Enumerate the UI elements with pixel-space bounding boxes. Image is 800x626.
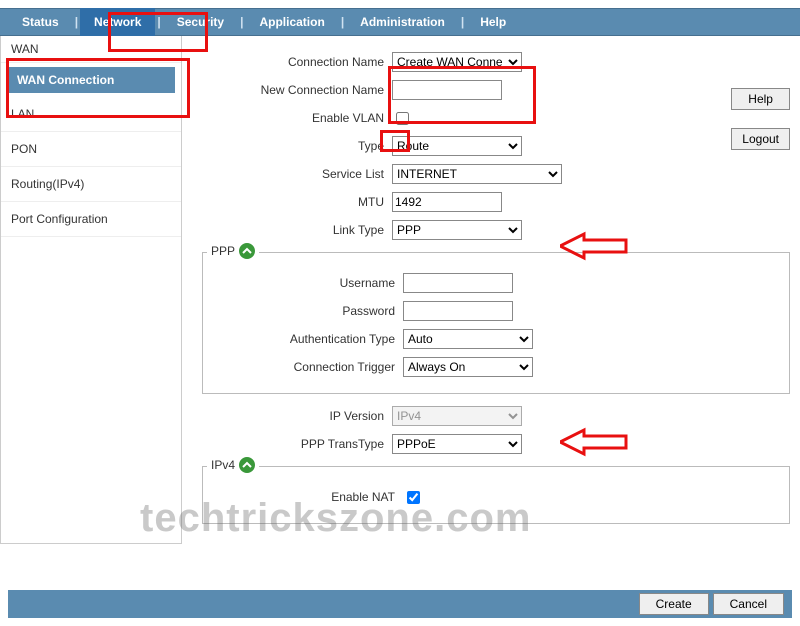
- nav-network[interactable]: Network: [80, 8, 155, 36]
- ip-version-label: IP Version: [202, 409, 392, 423]
- nav-separator: |: [339, 15, 346, 29]
- new-connection-name-label: New Connection Name: [202, 83, 392, 97]
- main-panel: Connection Name Create WAN Conne New Con…: [182, 36, 800, 544]
- collapse-icon[interactable]: [239, 457, 255, 473]
- conn-trigger-select[interactable]: Always On: [403, 357, 533, 377]
- enable-vlan-label: Enable VLAN: [202, 111, 392, 125]
- ppp-legend-label: PPP: [211, 244, 235, 258]
- nav-administration[interactable]: Administration: [346, 8, 459, 36]
- sidebar: WAN WAN Connection LAN PON Routing(IPv4)…: [0, 36, 182, 544]
- username-label: Username: [213, 276, 403, 290]
- new-connection-name-input[interactable]: [392, 80, 502, 100]
- sidebar-group-wan[interactable]: WAN: [1, 36, 181, 63]
- ipv4-legend-label: IPv4: [211, 458, 235, 472]
- logout-button[interactable]: Logout: [731, 128, 790, 150]
- nav-status[interactable]: Status: [8, 8, 73, 36]
- nav-separator: |: [73, 15, 80, 29]
- sidebar-item-pon[interactable]: PON: [1, 132, 181, 167]
- connection-name-label: Connection Name: [202, 55, 392, 69]
- mtu-input[interactable]: [392, 192, 502, 212]
- nav-security[interactable]: Security: [163, 8, 238, 36]
- nav-help[interactable]: Help: [466, 8, 520, 36]
- service-list-label: Service List: [202, 167, 392, 181]
- sidebar-item-port-configuration[interactable]: Port Configuration: [1, 202, 181, 237]
- help-button[interactable]: Help: [731, 88, 790, 110]
- username-input[interactable]: [403, 273, 513, 293]
- ppp-fieldset: PPP Username Password Authentication Typ…: [202, 252, 790, 394]
- password-input[interactable]: [403, 301, 513, 321]
- ip-version-select: IPv4: [392, 406, 522, 426]
- ipv4-fieldset: IPv4 Enable NAT: [202, 466, 790, 524]
- collapse-icon[interactable]: [239, 243, 255, 259]
- link-type-select[interactable]: PPP: [392, 220, 522, 240]
- mtu-label: MTU: [202, 195, 392, 209]
- service-list-select[interactable]: INTERNET: [392, 164, 562, 184]
- bottom-bar: Create Cancel: [8, 590, 792, 618]
- conn-trigger-label: Connection Trigger: [213, 360, 403, 374]
- enable-vlan-checkbox[interactable]: [396, 112, 409, 125]
- link-type-label: Link Type: [202, 223, 392, 237]
- password-label: Password: [213, 304, 403, 318]
- top-nav: Status | Network | Security | Applicatio…: [0, 8, 800, 36]
- create-button[interactable]: Create: [639, 593, 709, 615]
- auth-type-select[interactable]: Auto: [403, 329, 533, 349]
- connection-name-select[interactable]: Create WAN Conne: [392, 52, 522, 72]
- sidebar-item-lan[interactable]: LAN: [1, 97, 181, 132]
- nav-separator: |: [238, 15, 245, 29]
- type-select[interactable]: Route: [392, 136, 522, 156]
- nav-application[interactable]: Application: [245, 8, 338, 36]
- sidebar-item-wan-connection[interactable]: WAN Connection: [7, 67, 175, 93]
- enable-nat-label: Enable NAT: [213, 490, 403, 504]
- auth-type-label: Authentication Type: [213, 332, 403, 346]
- ppp-transtype-label: PPP TransType: [202, 437, 392, 451]
- ppp-transtype-select[interactable]: PPPoE: [392, 434, 522, 454]
- nav-separator: |: [459, 15, 466, 29]
- right-button-group: Help Logout: [731, 88, 790, 150]
- type-label: Type: [202, 139, 392, 153]
- cancel-button[interactable]: Cancel: [713, 593, 784, 615]
- sidebar-item-routing-ipv4[interactable]: Routing(IPv4): [1, 167, 181, 202]
- nav-separator: |: [155, 15, 162, 29]
- enable-nat-checkbox[interactable]: [407, 491, 420, 504]
